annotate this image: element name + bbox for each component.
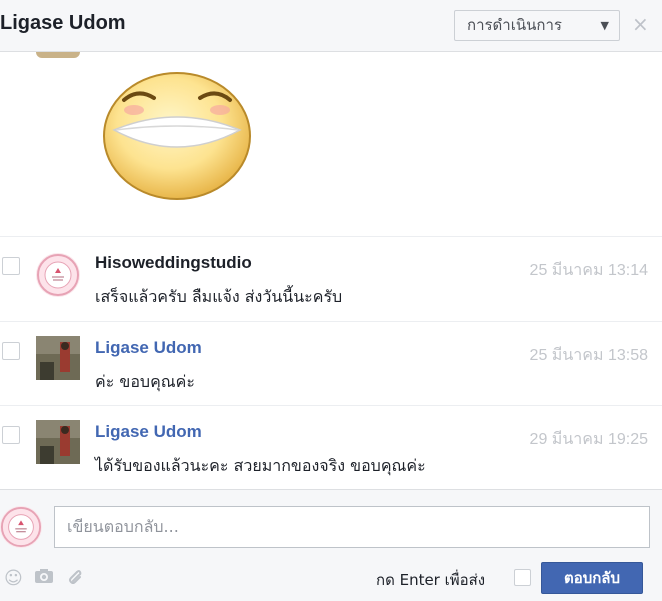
avatar[interactable] <box>36 336 80 380</box>
enter-to-send-label: กด Enter เพื่อส่ง <box>376 571 486 589</box>
message-select-checkbox[interactable] <box>2 426 20 444</box>
message-select-checkbox[interactable] <box>2 257 20 275</box>
enter-to-send-checkbox[interactable] <box>514 569 531 586</box>
actions-dropdown-button[interactable]: การดำเนินการ ▼ <box>454 10 620 41</box>
chevron-down-icon: ▼ <box>600 19 609 32</box>
studio-logo-icon <box>37 254 79 296</box>
profile-photo <box>36 336 80 380</box>
message-text: ได้รับของแล้วนะคะ สวยมากของจริง ขอบคุณค่… <box>95 456 426 475</box>
emoji-icon[interactable]: ☺ <box>4 568 23 589</box>
message-row: Ligase Udom 29 มีนาคม 19:25 ได้รับของแล้… <box>0 405 662 490</box>
actions-label: การดำเนินการ <box>467 16 562 34</box>
message-timestamp: 25 มีนาคม 13:58 <box>529 347 648 364</box>
message-timestamp: 29 มีนาคม 19:25 <box>529 431 648 448</box>
reply-input[interactable]: เขียนตอบกลับ... <box>54 506 650 548</box>
avatar[interactable] <box>36 420 80 464</box>
sender-name[interactable]: Ligase Udom <box>95 422 202 442</box>
avatar <box>0 506 42 548</box>
reply-composer: เขียนตอบกลับ... ☺ กด Enter เพื่อส่ง ตอบก… <box>0 489 662 601</box>
conversation-header: Ligase Udom การดำเนินการ ▼ × <box>0 0 662 52</box>
message-timestamp: 25 มีนาคม 13:14 <box>529 262 648 279</box>
close-icon[interactable]: × <box>632 12 649 36</box>
message-row: Ligase Udom 25 มีนาคม 13:58 ค่ะ ขอบคุณค่… <box>0 321 662 406</box>
previous-avatar-fragment <box>36 52 80 58</box>
message-row: Hisoweddingstudio 25 มีนาคม 13:14 เสร็จแ… <box>0 236 662 321</box>
camera-icon[interactable] <box>34 568 54 589</box>
message-text: ค่ะ ขอบคุณค่ะ <box>95 372 195 391</box>
sender-name[interactable]: Hisoweddingstudio <box>95 253 252 273</box>
message-text: เสร็จแล้วครับ ลืมแจ้ง ส่งวันนี้นะครับ <box>95 287 343 306</box>
message-select-checkbox[interactable] <box>2 342 20 360</box>
profile-photo <box>36 420 80 464</box>
conversation-title[interactable]: Ligase Udom <box>0 12 126 35</box>
paperclip-icon[interactable] <box>66 568 82 591</box>
laughing-face-sticker <box>103 72 251 200</box>
avatar[interactable] <box>36 253 80 297</box>
reply-button[interactable]: ตอบกลับ <box>541 562 643 594</box>
sender-name[interactable]: Ligase Udom <box>95 338 202 358</box>
studio-logo-icon <box>0 506 42 548</box>
